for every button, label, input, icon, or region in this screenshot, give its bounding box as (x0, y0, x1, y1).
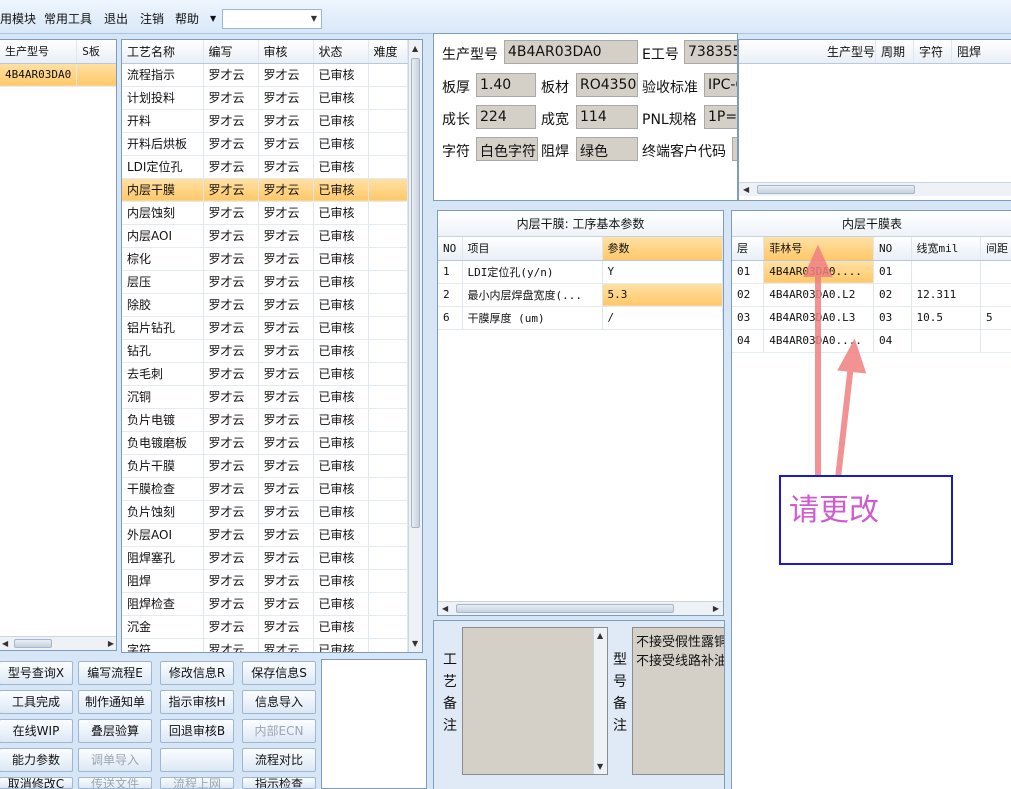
arrow-line-2 (835, 353, 855, 481)
arrow-head-1 (803, 244, 833, 277)
annotation-arrows (803, 244, 867, 481)
annotation-callout: 请更改 (779, 475, 953, 565)
annotation-text: 请更改 (789, 493, 879, 528)
arrow-head-2 (837, 338, 867, 374)
